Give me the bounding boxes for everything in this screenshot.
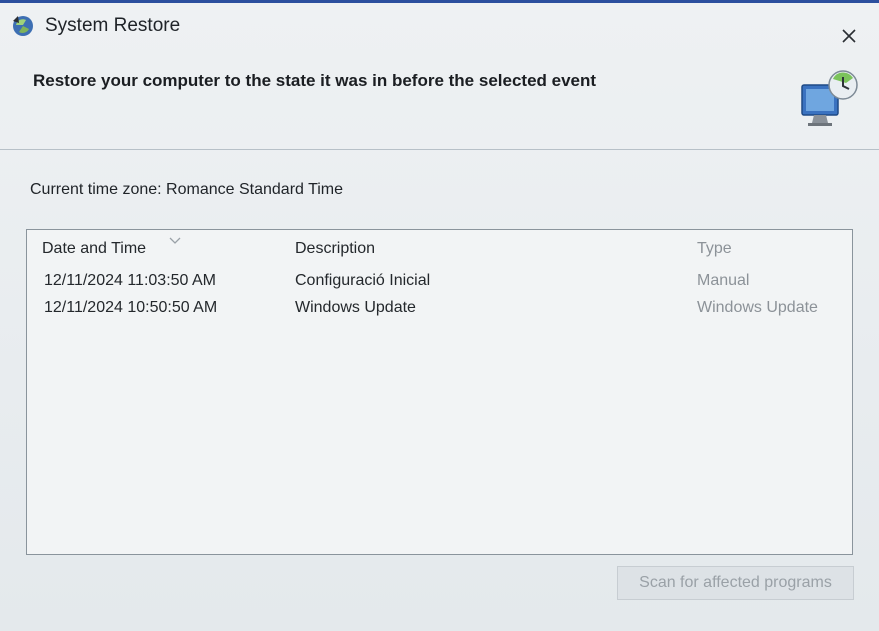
instruction-text: Restore your computer to the state it wa… <box>33 71 597 90</box>
row-type: Manual <box>697 272 750 289</box>
sort-descending-icon <box>169 237 181 244</box>
timezone-label: Current time zone: Romance Standard Time <box>30 181 344 198</box>
row-type: Windows Update <box>697 299 818 316</box>
row-date: 12/11/2024 11:03:50 AM <box>44 272 216 289</box>
column-header-type[interactable]: Type <box>697 240 732 258</box>
restore-points-list[interactable]: Date and Time Description Type 12/11/202… <box>26 229 853 555</box>
title-bar: System Restore <box>0 3 879 49</box>
table-row[interactable]: 12/11/2024 11:03:50 AM Configuració Inic… <box>27 272 852 296</box>
table-row[interactable]: 12/11/2024 10:50:50 AM Windows Update Wi… <box>27 299 852 323</box>
column-header-description[interactable]: Description <box>295 240 375 258</box>
system-restore-window: System Restore Restore your computer to … <box>0 0 879 631</box>
row-description: Windows Update <box>295 299 416 316</box>
row-date: 12/11/2024 10:50:50 AM <box>44 299 218 316</box>
row-description: Configuració Inicial <box>295 272 431 289</box>
scan-affected-programs-button[interactable]: Scan for affected programs <box>617 566 854 600</box>
header-band: Restore your computer to the state it wa… <box>0 49 879 150</box>
monitor-restore-icon <box>801 70 858 126</box>
window-title: System Restore <box>45 15 181 36</box>
close-icon <box>842 29 856 43</box>
column-header-date[interactable]: Date and Time <box>42 237 181 258</box>
close-button[interactable] <box>832 21 866 51</box>
system-restore-icon <box>13 16 33 36</box>
